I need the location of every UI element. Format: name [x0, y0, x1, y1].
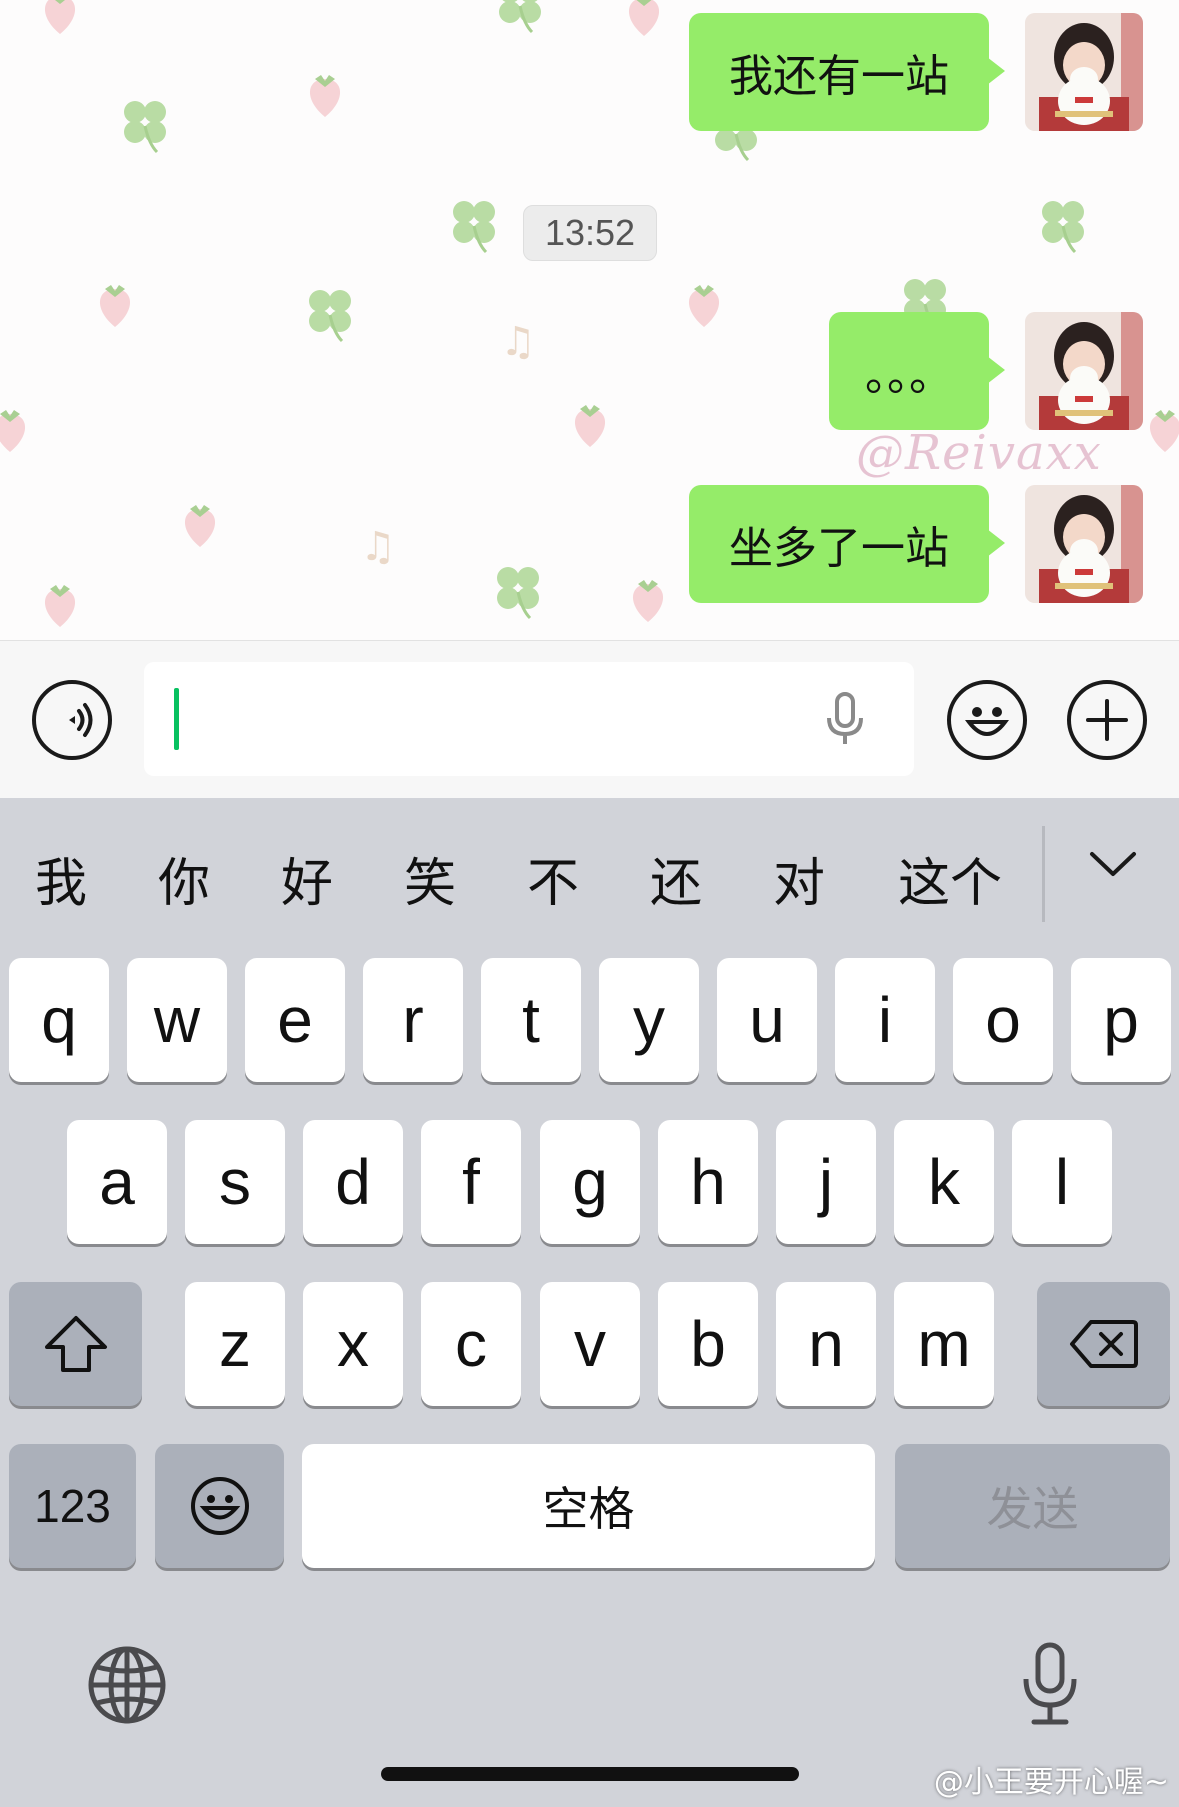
- numbers-key[interactable]: 123: [9, 1444, 136, 1568]
- text-caret: [174, 688, 179, 750]
- candidate-word[interactable]: 还: [635, 828, 717, 928]
- candidate-word[interactable]: 我: [20, 828, 102, 928]
- key-a[interactable]: a: [67, 1120, 167, 1244]
- key-m[interactable]: m: [894, 1282, 994, 1406]
- svg-text:♫: ♫: [500, 319, 536, 365]
- key-h[interactable]: h: [658, 1120, 758, 1244]
- weibo-watermark: @小王要开心喔~: [933, 1765, 1169, 1800]
- key-o[interactable]: o: [953, 958, 1053, 1082]
- candidate-divider: [1042, 826, 1045, 922]
- message-input[interactable]: [144, 662, 914, 776]
- message-bubble[interactable]: 我还有一站: [689, 13, 1005, 131]
- key-j[interactable]: j: [776, 1120, 876, 1244]
- send-key[interactable]: 发送: [895, 1444, 1170, 1568]
- chevron-down-icon[interactable]: [1086, 846, 1140, 882]
- keyboard: 我 你 好 笑 不 还 对 这个 q w e r t y u i o p a s…: [0, 798, 1179, 1807]
- delete-key[interactable]: [1037, 1282, 1170, 1406]
- shift-key[interactable]: [9, 1282, 142, 1406]
- key-x[interactable]: x: [303, 1282, 403, 1406]
- avatar[interactable]: [1025, 485, 1143, 603]
- backspace-icon: [1069, 1320, 1138, 1368]
- key-s[interactable]: s: [185, 1120, 285, 1244]
- message-row: 坐多了一站: [689, 485, 1143, 603]
- globe-icon[interactable]: [87, 1645, 167, 1725]
- microphone-icon[interactable]: [824, 692, 866, 748]
- message-bubble[interactable]: 坐多了一站: [689, 485, 1005, 603]
- key-t[interactable]: t: [481, 958, 581, 1082]
- key-e[interactable]: e: [245, 958, 345, 1082]
- key-l[interactable]: l: [1012, 1120, 1112, 1244]
- key-g[interactable]: g: [540, 1120, 640, 1244]
- candidate-bar: 我 你 好 笑 不 还 对 这个: [0, 798, 1179, 948]
- candidate-word[interactable]: 这个: [885, 828, 1015, 928]
- candidate-word[interactable]: 你: [143, 828, 225, 928]
- avatar[interactable]: [1025, 312, 1143, 430]
- emoji-icon: [190, 1477, 249, 1535]
- candidate-word[interactable]: 对: [758, 828, 840, 928]
- candidate-word[interactable]: 好: [266, 828, 348, 928]
- key-b[interactable]: b: [658, 1282, 758, 1406]
- key-p[interactable]: p: [1071, 958, 1171, 1082]
- key-c[interactable]: c: [421, 1282, 521, 1406]
- candidate-word[interactable]: 不: [512, 828, 594, 928]
- home-indicator[interactable]: [381, 1767, 799, 1781]
- key-d[interactable]: d: [303, 1120, 403, 1244]
- key-v[interactable]: v: [540, 1282, 640, 1406]
- chat-area: ♫ ♫ 我还有一站 13:52 。。。 @Reivaxx 坐多了一站: [0, 0, 1179, 640]
- voice-wave-icon: [69, 703, 93, 737]
- emoji-icon: [964, 707, 1010, 736]
- candidate-word[interactable]: 笑: [389, 828, 471, 928]
- avatar[interactable]: [1025, 13, 1143, 131]
- key-r[interactable]: r: [363, 958, 463, 1082]
- emoji-button[interactable]: [947, 680, 1027, 760]
- key-y[interactable]: y: [599, 958, 699, 1082]
- input-bar: [0, 640, 1179, 798]
- key-i[interactable]: i: [835, 958, 935, 1082]
- key-q[interactable]: q: [9, 958, 109, 1082]
- message-bubble[interactable]: 。。。: [829, 312, 1005, 430]
- key-n[interactable]: n: [776, 1282, 876, 1406]
- plus-button[interactable]: [1067, 680, 1147, 760]
- key-w[interactable]: w: [127, 958, 227, 1082]
- key-u[interactable]: u: [717, 958, 817, 1082]
- plus-icon: [1086, 699, 1128, 741]
- shift-arrow-icon: [44, 1316, 107, 1372]
- message-timestamp: 13:52: [523, 205, 657, 261]
- image-watermark: @Reivaxx: [856, 425, 1102, 481]
- voice-toggle-button[interactable]: [32, 680, 112, 760]
- svg-text:♫: ♫: [360, 524, 396, 570]
- key-z[interactable]: z: [185, 1282, 285, 1406]
- key-f[interactable]: f: [421, 1120, 521, 1244]
- microphone-icon[interactable]: [1018, 1641, 1082, 1727]
- emoji-key[interactable]: [155, 1444, 284, 1568]
- key-k[interactable]: k: [894, 1120, 994, 1244]
- message-row: 。。。: [829, 312, 1143, 430]
- message-row: 我还有一站: [689, 13, 1143, 131]
- space-key[interactable]: 空格: [302, 1444, 875, 1568]
